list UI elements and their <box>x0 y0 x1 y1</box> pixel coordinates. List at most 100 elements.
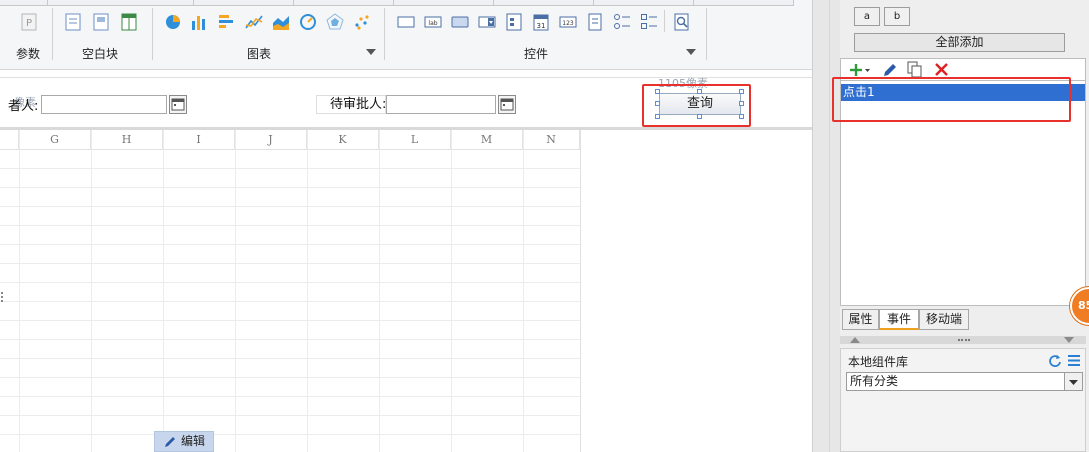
editor-scrollbar-area[interactable] <box>812 0 840 452</box>
grid-line <box>0 339 580 340</box>
ribbon-separator <box>706 8 707 60</box>
column-header-l[interactable]: L <box>379 130 451 150</box>
tab-properties[interactable]: 属性 <box>842 309 879 330</box>
checkbox-group-widget-icon[interactable] <box>640 13 658 31</box>
collapse-down-icon[interactable] <box>1064 337 1074 343</box>
label-widget-icon[interactable]: lab <box>424 13 442 31</box>
area-chart-icon[interactable] <box>272 13 290 31</box>
edit-button[interactable]: 编辑 <box>154 431 214 452</box>
left-splitter-handle[interactable] <box>1 292 4 304</box>
ribbon-tab-fragment[interactable] <box>0 0 48 6</box>
copy-icon[interactable] <box>907 61 923 78</box>
column-header-g[interactable]: G <box>19 130 91 150</box>
refresh-icon[interactable] <box>1048 354 1062 368</box>
grid-line <box>0 396 580 397</box>
bar-chart-icon[interactable] <box>190 13 208 31</box>
blank-block-icon[interactable] <box>64 13 82 31</box>
column-header-m[interactable]: M <box>451 130 523 150</box>
ribbon-tab-fragment[interactable] <box>48 0 194 6</box>
blank-block-2-icon[interactable] <box>92 13 110 31</box>
menu-icon[interactable] <box>1067 354 1081 367</box>
grid-line <box>0 358 580 359</box>
dropdown-widget-icon[interactable] <box>478 13 496 31</box>
scatter-chart-icon[interactable] <box>353 13 371 31</box>
widget-dropdown-arrow-icon[interactable] <box>686 49 696 55</box>
grid-line <box>523 130 524 452</box>
grid-line <box>0 377 580 378</box>
approver-date-picker-button[interactable] <box>498 95 516 114</box>
add-icon[interactable] <box>849 62 871 78</box>
local-widget-library: 本地组件库 <box>840 348 1086 452</box>
tab-block-icon[interactable] <box>120 13 138 31</box>
file-widget-icon[interactable] <box>586 13 604 31</box>
search-widget-icon[interactable] <box>673 13 691 31</box>
grid-line <box>0 187 580 188</box>
ribbon-separator <box>384 8 385 60</box>
ribbon-tab-fragment[interactable] <box>394 0 494 6</box>
date-widget-icon[interactable]: 31 <box>532 13 550 31</box>
radio-group-widget-icon[interactable] <box>613 13 631 31</box>
applicant-date-picker-button[interactable] <box>169 95 187 114</box>
chart-dropdown-arrow-icon[interactable] <box>366 49 376 55</box>
grid-line <box>235 130 236 452</box>
calendar-icon <box>500 98 514 111</box>
query-button-highlight <box>642 84 751 127</box>
column-header-i[interactable]: I <box>163 130 235 150</box>
ribbon-separator <box>152 8 153 60</box>
column-header-n[interactable]: N <box>523 130 580 150</box>
collapse-up-icon[interactable] <box>850 337 860 343</box>
ribbon-group-label-parameter: 参数 <box>16 47 41 61</box>
text-box-widget-icon[interactable] <box>397 13 415 31</box>
grid-line <box>0 206 580 207</box>
number-widget-icon[interactable]: 123 <box>559 13 577 31</box>
delete-icon[interactable] <box>934 62 949 77</box>
svg-text:P: P <box>26 18 32 29</box>
ribbon-tab-fragment[interactable] <box>494 0 594 6</box>
chevron-down-icon <box>1069 380 1078 385</box>
line-chart-icon[interactable] <box>245 13 263 31</box>
column-header-k[interactable]: K <box>307 130 379 150</box>
grid-line <box>451 130 452 452</box>
tree-widget-icon[interactable] <box>505 13 523 31</box>
library-select-dropdown-button[interactable] <box>1064 373 1082 390</box>
pencil-icon <box>165 437 175 447</box>
ribbon-tab-fragment[interactable] <box>594 0 694 6</box>
grid-line <box>91 130 92 452</box>
ribbon-tab-fragment[interactable] <box>694 0 794 6</box>
column-header-h[interactable]: H <box>91 130 163 150</box>
column-header-partial[interactable] <box>0 130 19 150</box>
panel-splitter[interactable] <box>840 336 1086 344</box>
add-all-button[interactable]: 全部添加 <box>854 33 1065 52</box>
grid-line <box>0 434 580 435</box>
grid-line <box>0 282 580 283</box>
divider <box>812 0 813 452</box>
applicant-input[interactable] <box>41 95 167 114</box>
report-grid[interactable]: G H I J K L M N 编辑 <box>0 130 812 452</box>
ribbon-tab-fragment[interactable] <box>294 0 394 6</box>
approver-input[interactable] <box>386 95 496 114</box>
column-header-j[interactable]: J <box>235 130 307 150</box>
parameter-icon[interactable]: P <box>20 13 38 31</box>
button-a[interactable]: a <box>854 7 880 26</box>
gauge-chart-icon[interactable] <box>299 13 317 31</box>
grid-line <box>307 130 308 452</box>
applicant-label: 者人: <box>8 99 39 114</box>
tab-events[interactable]: 事件 <box>879 309 919 330</box>
library-category-select[interactable]: 所有分类 <box>846 372 1083 391</box>
ribbon-toolbar: P 参数 空白块 图表 lab 31 123 控件 <box>0 0 830 70</box>
radar-chart-icon[interactable] <box>326 13 344 31</box>
splitter-grip <box>958 339 970 341</box>
tab-mobile[interactable]: 移动端 <box>919 309 969 330</box>
svg-text:lab: lab <box>428 20 437 27</box>
horizontal-bar-chart-icon[interactable] <box>217 13 235 31</box>
button-b[interactable]: b <box>884 7 910 26</box>
grid-line <box>0 168 580 169</box>
button-widget-icon[interactable] <box>451 13 469 31</box>
edit-pencil-icon[interactable] <box>882 62 898 78</box>
pie-chart-icon[interactable] <box>164 13 182 31</box>
ribbon-group-label-widget: 控件 <box>524 47 549 61</box>
grid-line <box>379 130 380 452</box>
ribbon-tab-fragment[interactable] <box>194 0 294 6</box>
ribbon-tab-strip <box>0 0 830 6</box>
library-title: 本地组件库 <box>848 355 909 369</box>
